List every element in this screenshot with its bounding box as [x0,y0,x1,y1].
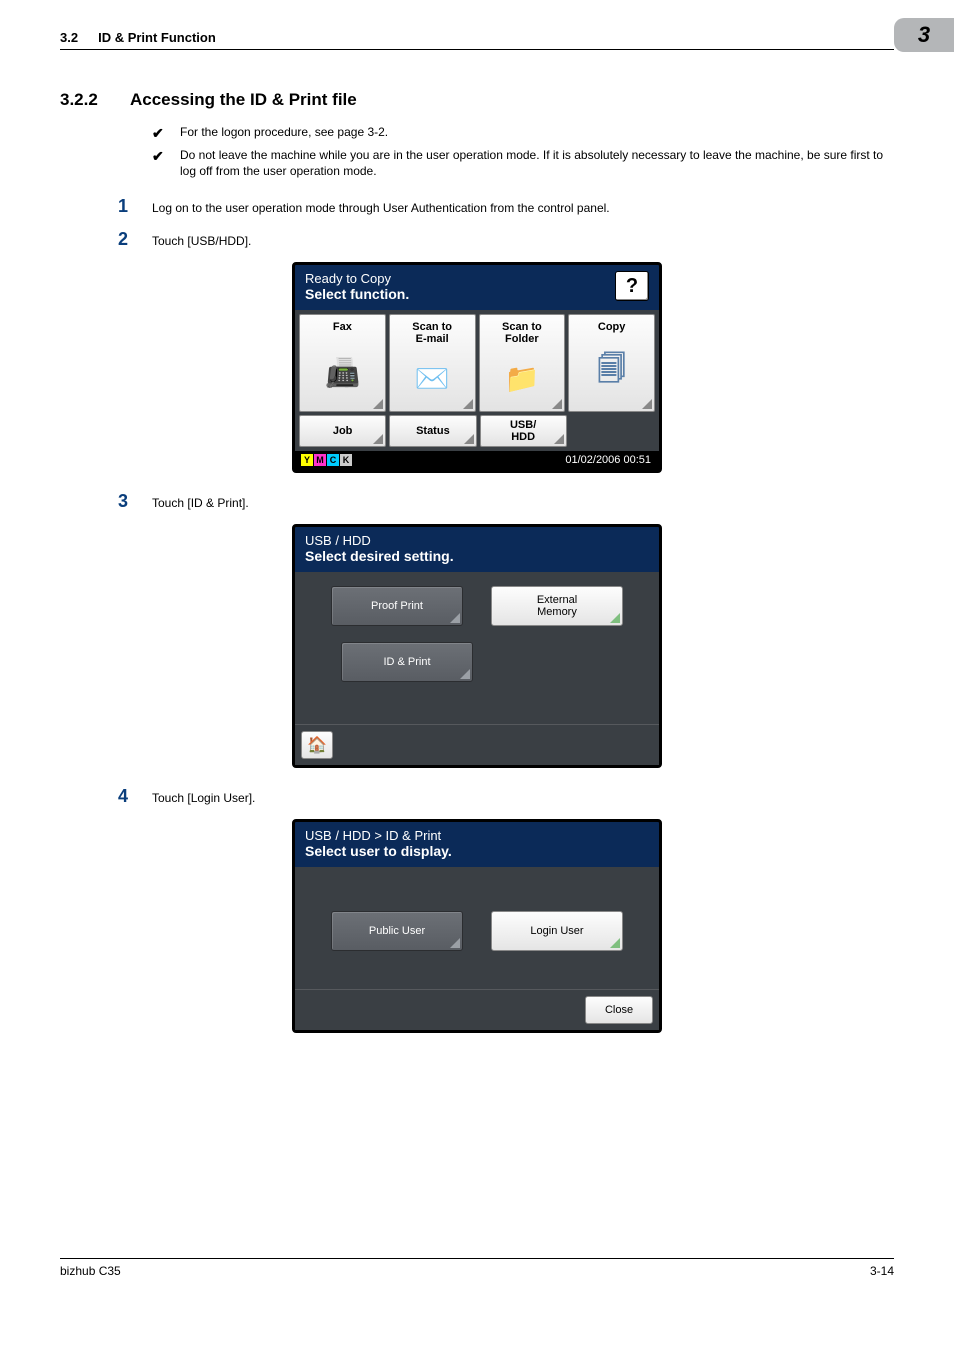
step: 2 Touch [USB/HDD]. [60,229,894,250]
button-label: Close [605,1004,633,1016]
toner-k: K [340,454,352,466]
copy-tile[interactable]: Copy 🗐 [568,314,655,412]
timestamp: 01/02/2006 00:51 [565,454,651,466]
chapter-badge: 3 [894,18,954,52]
tile-label: Copy [598,321,626,333]
step: 4 Touch [Login User]. [60,786,894,807]
fax-icon: 📠 [325,333,360,411]
home-icon: 🏠 [307,735,327,755]
toner-c: C [327,454,339,466]
email-icon: ✉️ [415,345,450,411]
job-button[interactable]: Job [299,415,386,447]
page-header: 3.2 ID & Print Function 3 [60,30,894,50]
close-button[interactable]: Close [585,996,653,1024]
step-number: 4 [60,786,152,807]
check-icon: ✔ [152,147,180,167]
breadcrumb: USB / HDD > ID & Print [305,828,452,843]
prompt-text: Select function. [305,286,409,302]
tile-label: Scan to Folder [502,321,542,345]
button-label: Proof Print [371,600,423,612]
id-print-button[interactable]: ID & Print [341,642,473,682]
breadcrumb: USB / HDD [305,533,454,548]
toner-y: Y [301,454,313,466]
login-user-button[interactable]: Login User [491,911,623,951]
scan-to-email-tile[interactable]: Scan to E-mail ✉️ [389,314,476,412]
status-button[interactable]: Status [389,415,476,447]
button-label: External Memory [537,594,577,618]
home-button[interactable]: 🏠 [301,731,333,759]
tile-label: Fax [333,321,352,333]
prompt-text: Select desired setting. [305,548,454,564]
step-text: Touch [ID & Print]. [152,496,249,510]
external-memory-button[interactable]: External Memory [491,586,623,626]
step-text: Touch [USB/HDD]. [152,234,251,248]
button-label: Login User [530,925,583,937]
list-item: ✔ For the logon procedure, see page 3-2. [152,124,894,144]
bullet-text: For the logon procedure, see page 3-2. [180,124,388,141]
toner-indicator: Y M C K [301,454,352,466]
step-number: 2 [60,229,152,250]
button-label: ID & Print [383,656,430,668]
section-title: ID & Print Function [98,30,216,45]
step-text: Log on to the user operation mode throug… [152,201,610,215]
button-label: USB/ HDD [510,419,536,443]
check-icon: ✔ [152,124,180,144]
screen-id-print-user: USB / HDD > ID & Print Select user to di… [292,819,662,1033]
subsection-title: Accessing the ID & Print file [130,90,357,110]
prerequisite-list: ✔ For the logon procedure, see page 3-2.… [152,124,894,180]
public-user-button[interactable]: Public User [331,911,463,951]
page-footer: bizhub C35 3-14 [60,1258,894,1278]
footer-left: bizhub C35 [60,1264,121,1278]
step: 3 Touch [ID & Print]. [60,491,894,512]
toner-m: M [314,454,326,466]
page-number: 3-14 [870,1264,894,1278]
step-text: Touch [Login User]. [152,791,255,805]
step: 1 Log on to the user operation mode thro… [60,196,894,217]
help-button[interactable]: ? [615,271,649,301]
step-number: 1 [60,196,152,217]
status-text: Ready to Copy [305,271,409,286]
proof-print-button[interactable]: Proof Print [331,586,463,626]
fax-tile[interactable]: Fax 📠 [299,314,386,412]
button-label: Job [333,425,353,437]
screen-select-function: Ready to Copy Select function. ? Fax 📠 S… [292,262,662,473]
bullet-text: Do not leave the machine while you are i… [180,147,894,181]
subsection-heading: 3.2.2 Accessing the ID & Print file [60,90,894,110]
button-label: Public User [369,925,425,937]
subsection-number: 3.2.2 [60,90,130,110]
section-number: 3.2 [60,30,78,45]
scan-to-folder-tile[interactable]: Scan to Folder 📁 [479,314,566,412]
screen-usb-hdd: USB / HDD Select desired setting. Proof … [292,524,662,768]
list-item: ✔ Do not leave the machine while you are… [152,147,894,181]
folder-icon: 📁 [504,345,539,411]
copy-icon: 🗐 [598,333,626,411]
usb-hdd-button[interactable]: USB/ HDD [480,415,567,447]
step-number: 3 [60,491,152,512]
tile-label: Scan to E-mail [412,321,452,345]
prompt-text: Select user to display. [305,843,452,859]
button-label: Status [416,425,450,437]
